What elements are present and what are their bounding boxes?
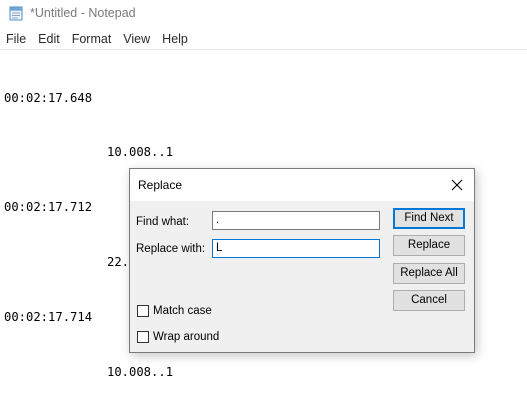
find-next-button[interactable]: Find Next	[393, 208, 465, 229]
cancel-button[interactable]: Cancel	[393, 290, 465, 311]
wrap-around-option[interactable]: Wrap around	[137, 331, 219, 343]
match-case-option[interactable]: Match case	[137, 305, 212, 317]
replace-with-label: Replace with:	[136, 243, 206, 255]
notepad-window: *Untitled - Notepad File Edit Format Vie…	[0, 0, 527, 386]
replace-button[interactable]: Replace	[393, 235, 465, 256]
window-title: *Untitled - Notepad	[30, 6, 136, 20]
match-case-checkbox[interactable]	[137, 305, 149, 317]
menu-view[interactable]: View	[117, 29, 156, 48]
wrap-around-label: Wrap around	[153, 331, 220, 343]
match-case-label: Match case	[153, 305, 212, 317]
find-what-label: Find what:	[136, 216, 190, 228]
notepad-icon	[9, 6, 23, 21]
menu-help[interactable]: Help	[156, 29, 194, 48]
editor-line: 00:02:17.648	[4, 90, 93, 105]
title-bar: *Untitled - Notepad	[0, 0, 527, 28]
menu-file[interactable]: File	[0, 29, 32, 48]
editor-line: 10.008..1	[107, 365, 174, 380]
menu-format[interactable]: Format	[66, 29, 118, 48]
close-icon[interactable]	[446, 174, 468, 196]
replace-all-button[interactable]: Replace All	[393, 263, 465, 284]
replace-with-input[interactable]: L	[212, 239, 380, 258]
replace-dialog: Replace Find what: . Replace with: L Fin…	[129, 168, 475, 353]
wrap-around-checkbox[interactable]	[137, 331, 149, 343]
find-what-input[interactable]: .	[212, 211, 380, 230]
editor-line: 10.008..1	[107, 145, 174, 160]
dialog-title-bar[interactable]: Replace	[130, 169, 474, 201]
menu-edit[interactable]: Edit	[32, 29, 66, 48]
dialog-title: Replace	[138, 178, 183, 192]
menu-bar: File Edit Format View Help	[0, 29, 527, 48]
